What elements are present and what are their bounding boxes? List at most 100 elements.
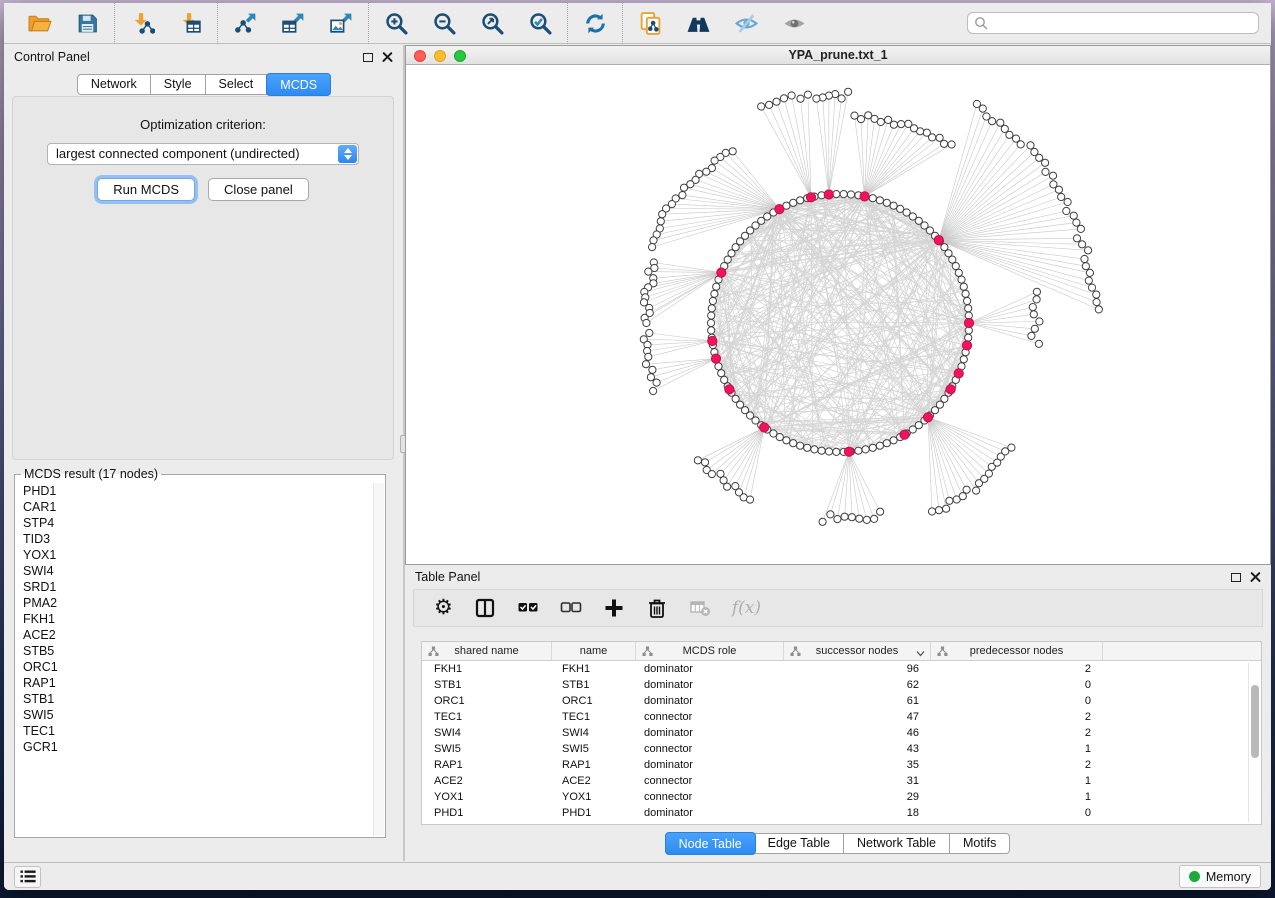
run-mcds-button[interactable]: Run MCDS bbox=[97, 178, 195, 201]
table-row[interactable]: YOX1YOX1connector291 bbox=[422, 789, 1261, 805]
table-cell: 1 bbox=[931, 773, 1103, 789]
mcds-result-item[interactable]: SWI4 bbox=[16, 563, 373, 579]
table-row[interactable]: SWI5SWI5connector431 bbox=[422, 741, 1261, 757]
table-scrollbar[interactable] bbox=[1248, 663, 1259, 822]
refresh-icon[interactable] bbox=[581, 9, 609, 37]
table-cell: RAP1 bbox=[422, 757, 552, 773]
mcds-result-item[interactable]: TID3 bbox=[16, 531, 373, 547]
attribute-type-icon bbox=[642, 646, 653, 660]
split-panel-icon[interactable] bbox=[474, 596, 496, 620]
network-window-titlebar[interactable]: YPA_prune.txt_1 bbox=[406, 46, 1270, 65]
zoom-selected-icon[interactable] bbox=[526, 9, 554, 37]
search-box[interactable] bbox=[967, 12, 1259, 34]
mcds-result-item[interactable]: STP4 bbox=[16, 515, 373, 531]
tab-style[interactable]: Style bbox=[151, 74, 206, 95]
first-neighbors-icon[interactable] bbox=[684, 9, 712, 37]
table-cell: FKH1 bbox=[422, 661, 552, 677]
table-cell: 18 bbox=[784, 805, 931, 821]
mcds-result-item[interactable]: SRD1 bbox=[16, 579, 373, 595]
minimize-window-icon[interactable] bbox=[434, 50, 446, 62]
window-list-button[interactable] bbox=[14, 866, 41, 888]
hide-selected-icon[interactable] bbox=[732, 9, 760, 37]
table-tab-motifs[interactable]: Motifs bbox=[950, 833, 1010, 854]
table-tab-network-table[interactable]: Network Table bbox=[844, 833, 950, 854]
table-tab-node-table[interactable]: Node Table bbox=[665, 832, 756, 855]
save-session-icon[interactable] bbox=[73, 9, 101, 37]
toolbar-group bbox=[114, 3, 217, 44]
float-panel-icon[interactable] bbox=[363, 53, 373, 62]
mcds-result-item[interactable]: YOX1 bbox=[16, 547, 373, 563]
criterion-dropdown[interactable]: largest connected component (undirected) bbox=[47, 143, 359, 165]
table-cell: dominator bbox=[636, 757, 784, 773]
close-panel-button[interactable]: Close panel bbox=[208, 178, 309, 201]
memory-button[interactable]: Memory bbox=[1179, 865, 1261, 888]
column-header-predecessor-nodes[interactable]: predecessor nodes bbox=[931, 642, 1103, 660]
mcds-list-scrollbar[interactable] bbox=[373, 483, 384, 836]
mcds-result-item[interactable]: TEC1 bbox=[16, 723, 373, 739]
zoom-fit-icon[interactable] bbox=[478, 9, 506, 37]
table-row[interactable]: TEC1TEC1connector472 bbox=[422, 709, 1261, 725]
mcds-result-item[interactable]: GCR1 bbox=[16, 739, 373, 755]
table-scrollbar-thumb[interactable] bbox=[1251, 685, 1259, 758]
node-table[interactable]: shared namename MCDS role successor node… bbox=[421, 641, 1262, 825]
add-icon[interactable] bbox=[603, 596, 625, 620]
deselect-all-icon[interactable] bbox=[560, 596, 582, 620]
table-cell: 61 bbox=[784, 693, 931, 709]
table-row[interactable]: PHD1PHD1dominator180 bbox=[422, 805, 1261, 821]
table-tab-edge-table[interactable]: Edge Table bbox=[755, 833, 844, 854]
table-cell: STB1 bbox=[422, 677, 552, 693]
close-panel-icon[interactable] bbox=[382, 52, 393, 63]
zoom-in-icon[interactable] bbox=[382, 9, 410, 37]
search-icon bbox=[974, 16, 988, 30]
table-cell: dominator bbox=[636, 661, 784, 677]
search-input[interactable] bbox=[988, 14, 1258, 32]
open-session-icon[interactable] bbox=[25, 9, 53, 37]
column-header-shared-name[interactable]: shared name bbox=[422, 642, 552, 660]
export-network-icon[interactable] bbox=[231, 9, 259, 37]
mcds-result-item[interactable]: CAR1 bbox=[16, 499, 373, 515]
tab-select[interactable]: Select bbox=[206, 74, 268, 95]
select-all-icon[interactable] bbox=[517, 596, 539, 620]
tab-network[interactable]: Network bbox=[77, 74, 151, 95]
export-image-icon[interactable] bbox=[327, 9, 355, 37]
table-cell: ORC1 bbox=[422, 693, 552, 709]
mcds-result-item[interactable]: SWI5 bbox=[16, 707, 373, 723]
show-all-icon[interactable] bbox=[780, 9, 808, 37]
mcds-result-list[interactable]: PHD1CAR1STP4TID3YOX1SWI4SRD1PMA2FKH1ACE2… bbox=[16, 483, 373, 836]
close-window-icon[interactable] bbox=[414, 50, 426, 62]
import-network-icon[interactable] bbox=[128, 9, 156, 37]
float-table-panel-icon[interactable] bbox=[1231, 573, 1241, 582]
import-table-icon[interactable] bbox=[176, 9, 204, 37]
mcds-result-item[interactable]: FKH1 bbox=[16, 611, 373, 627]
mcds-result-item[interactable]: STB5 bbox=[16, 643, 373, 659]
tab-mcds[interactable]: MCDS bbox=[266, 73, 331, 96]
network-canvas[interactable] bbox=[406, 65, 1270, 564]
memory-label: Memory bbox=[1206, 870, 1251, 884]
column-header-name[interactable]: name bbox=[552, 642, 636, 660]
mcds-result-item[interactable]: RAP1 bbox=[16, 675, 373, 691]
mcds-result-item[interactable]: STB1 bbox=[16, 691, 373, 707]
zoom-out-icon[interactable] bbox=[430, 9, 458, 37]
close-table-panel-icon[interactable] bbox=[1250, 572, 1261, 583]
table-row[interactable]: ORC1ORC1dominator610 bbox=[422, 693, 1261, 709]
export-table-icon[interactable] bbox=[279, 9, 307, 37]
table-cell: 46 bbox=[784, 725, 931, 741]
delete-icon[interactable] bbox=[646, 596, 668, 620]
mcds-result-item[interactable]: ACE2 bbox=[16, 627, 373, 643]
table-row[interactable]: STB1STB1dominator620 bbox=[422, 677, 1261, 693]
column-header-MCDS-role[interactable]: MCDS role bbox=[636, 642, 784, 660]
maximize-window-icon[interactable] bbox=[454, 50, 466, 62]
column-settings-icon[interactable]: ⚙ bbox=[434, 596, 453, 620]
mcds-result-item[interactable]: PHD1 bbox=[16, 483, 373, 499]
memory-status-icon bbox=[1189, 871, 1200, 882]
table-row[interactable]: RAP1RAP1dominator352 bbox=[422, 757, 1261, 773]
table-row[interactable]: ACE2ACE2connector311 bbox=[422, 773, 1261, 789]
table-cell: FKH1 bbox=[552, 661, 636, 677]
mcds-result-item[interactable]: PMA2 bbox=[16, 595, 373, 611]
column-header-successor-nodes[interactable]: successor nodes bbox=[784, 642, 931, 660]
toolbar-group bbox=[217, 3, 368, 44]
copy-network-icon[interactable] bbox=[636, 9, 664, 37]
mcds-result-item[interactable]: ORC1 bbox=[16, 659, 373, 675]
table-row[interactable]: SWI4SWI4dominator462 bbox=[422, 725, 1261, 741]
table-row[interactable]: FKH1FKH1dominator962 bbox=[422, 661, 1261, 677]
